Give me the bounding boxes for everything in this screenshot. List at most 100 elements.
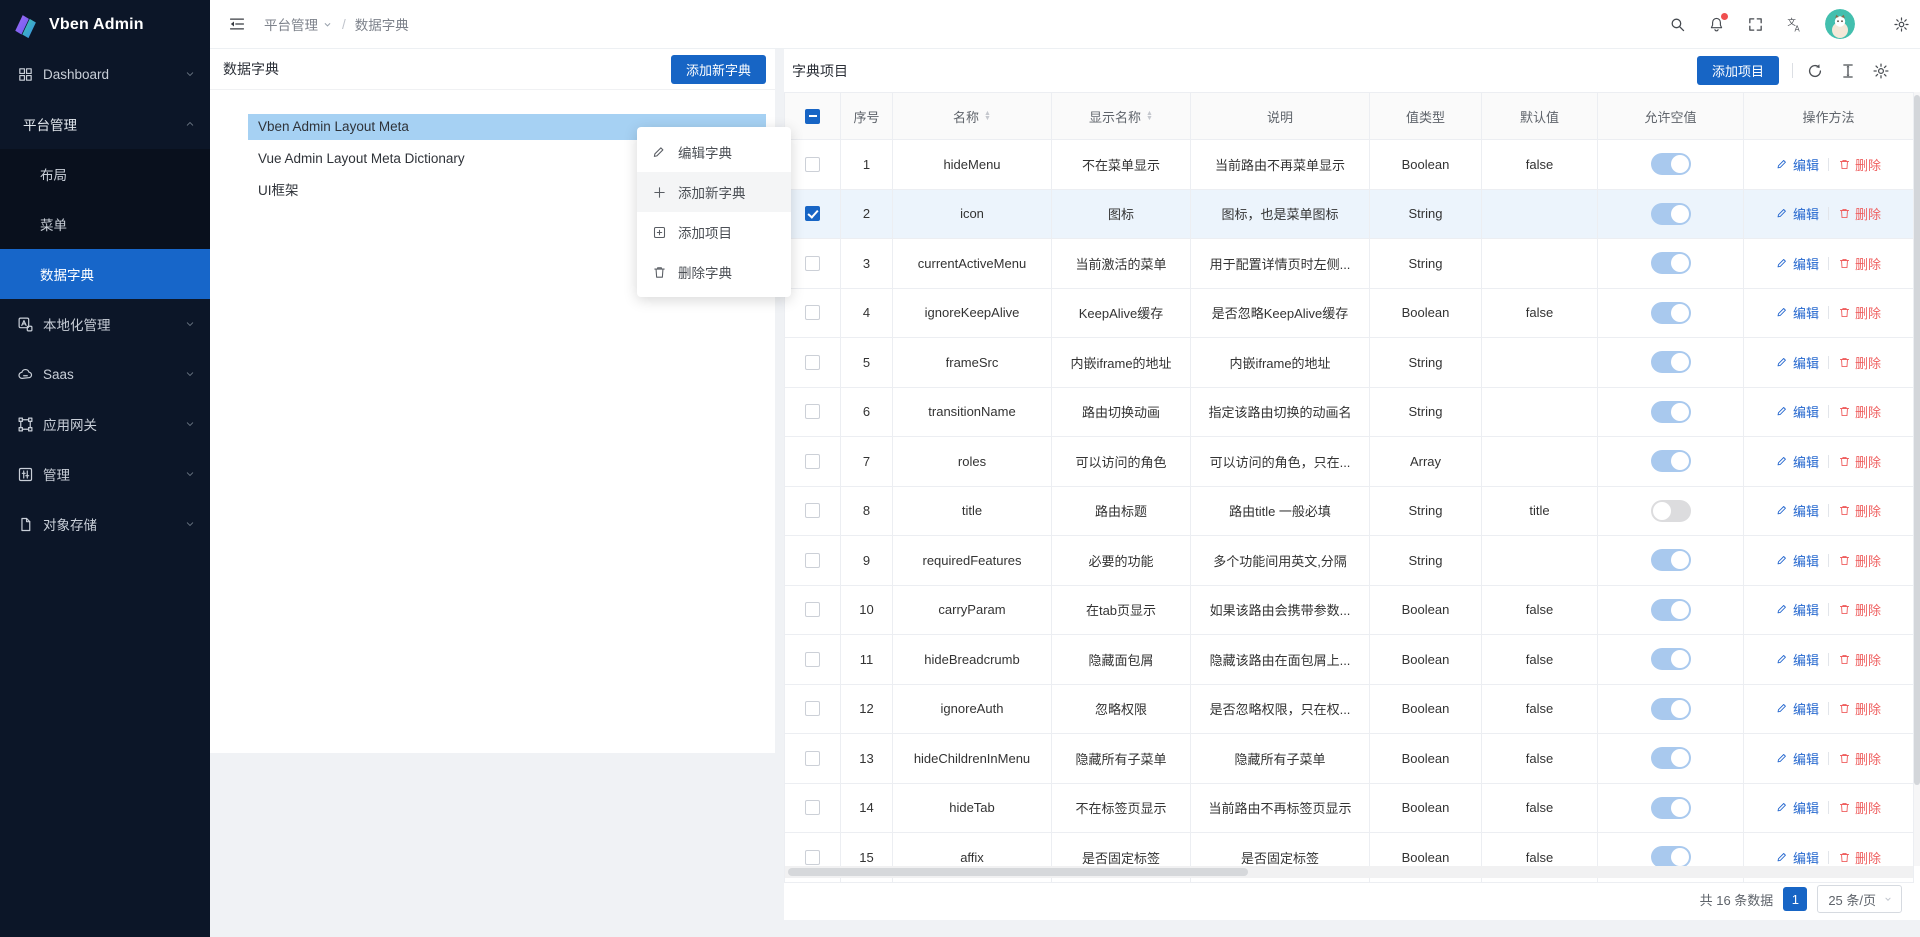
edit-row-button[interactable]: 编辑 [1776, 551, 1819, 570]
delete-row-button[interactable]: 删除 [1838, 600, 1881, 619]
dictionary-items-panel: 字典项目 添加项目 [784, 49, 1920, 920]
allow-empty-toggle[interactable] [1651, 203, 1691, 225]
allow-empty-toggle[interactable] [1651, 153, 1691, 175]
edit-row-button[interactable]: 编辑 [1776, 254, 1819, 273]
refresh-icon[interactable] [1806, 62, 1824, 80]
context-menu-item[interactable]: 添加项目 [637, 212, 791, 252]
page-size-select[interactable]: 25 条/页 [1817, 885, 1902, 913]
sidebar-item-manage[interactable]: 管理 [0, 449, 210, 499]
row-checkbox[interactable] [805, 454, 820, 469]
add-dictionary-button[interactable]: 添加新字典 [671, 55, 766, 84]
menu-fold-icon[interactable] [228, 15, 246, 33]
row-checkbox[interactable] [805, 800, 820, 815]
edit-row-button[interactable]: 编辑 [1776, 155, 1819, 174]
edit-row-button[interactable]: 编辑 [1776, 501, 1819, 520]
delete-row-button[interactable]: 删除 [1838, 452, 1881, 471]
delete-row-button[interactable]: 删除 [1838, 551, 1881, 570]
context-menu-item[interactable]: 删除字典 [637, 252, 791, 292]
delete-row-button[interactable]: 删除 [1838, 501, 1881, 520]
row-checkbox[interactable] [805, 850, 820, 865]
row-checkbox[interactable] [805, 553, 820, 568]
notification-bell-icon[interactable] [1708, 16, 1725, 33]
delete-row-button[interactable]: 删除 [1838, 204, 1881, 223]
column-settings-gear-icon[interactable] [1872, 62, 1890, 80]
row-checkbox[interactable] [805, 256, 820, 271]
sidebar-item-menu[interactable]: 菜单 [0, 199, 210, 249]
allow-empty-toggle[interactable] [1651, 797, 1691, 819]
page-number-button[interactable]: 1 [1783, 887, 1807, 911]
sort-icons[interactable]: ▲▼ [984, 111, 991, 121]
row-height-icon[interactable] [1839, 62, 1857, 80]
allow-empty-toggle[interactable] [1651, 747, 1691, 769]
delete-row-button[interactable]: 删除 [1838, 848, 1881, 867]
cell-value: 可以访问的角色，只在... [1210, 452, 1351, 471]
sidebar-item-locale[interactable]: 本地化管理 [0, 299, 210, 349]
edit-row-button[interactable]: 编辑 [1776, 353, 1819, 372]
edit-row-button[interactable]: 编辑 [1776, 848, 1819, 867]
sort-icons[interactable]: ▲▼ [1146, 111, 1153, 121]
edit-row-button[interactable]: 编辑 [1776, 204, 1819, 223]
edit-row-button[interactable]: 编辑 [1776, 749, 1819, 768]
allow-empty-toggle[interactable] [1651, 252, 1691, 274]
allow-empty-toggle[interactable] [1651, 500, 1691, 522]
delete-row-button[interactable]: 删除 [1838, 254, 1881, 273]
translate-icon[interactable]: 文 A [1786, 16, 1803, 33]
row-checkbox[interactable] [805, 157, 820, 172]
delete-row-button[interactable]: 删除 [1838, 749, 1881, 768]
row-checkbox[interactable] [805, 305, 820, 320]
row-checkbox[interactable] [805, 206, 820, 221]
allow-empty-toggle[interactable] [1651, 302, 1691, 324]
settings-gear-icon[interactable] [1893, 16, 1910, 33]
sidebar-item-dashboard[interactable]: Dashboard [0, 49, 210, 99]
select-all-checkbox[interactable] [805, 109, 820, 124]
fullscreen-icon[interactable] [1747, 16, 1764, 33]
sidebar-item-layout[interactable]: 布局 [0, 149, 210, 199]
table-cell: 编辑删除 [1744, 289, 1914, 338]
edit-row-button[interactable]: 编辑 [1776, 402, 1819, 421]
edit-row-button[interactable]: 编辑 [1776, 650, 1819, 669]
app-logo[interactable]: Vben Admin [0, 0, 210, 49]
allow-empty-toggle[interactable] [1651, 401, 1691, 423]
row-checkbox[interactable] [805, 701, 820, 716]
add-item-button[interactable]: 添加项目 [1697, 56, 1779, 85]
vertical-scrollbar-thumb[interactable] [1914, 95, 1920, 785]
sidebar-item-storage[interactable]: 对象存储 [0, 499, 210, 549]
delete-row-button[interactable]: 删除 [1838, 650, 1881, 669]
delete-row-button[interactable]: 删除 [1838, 353, 1881, 372]
row-checkbox[interactable] [805, 503, 820, 518]
row-checkbox[interactable] [805, 404, 820, 419]
row-checkbox[interactable] [805, 355, 820, 370]
context-menu-item[interactable]: 添加新字典 [637, 172, 791, 212]
delete-row-button[interactable]: 删除 [1838, 798, 1881, 817]
edit-row-button[interactable]: 编辑 [1776, 798, 1819, 817]
delete-row-button[interactable]: 删除 [1838, 303, 1881, 322]
delete-row-button[interactable]: 删除 [1838, 402, 1881, 421]
allow-empty-toggle[interactable] [1651, 648, 1691, 670]
table-row: 9requiredFeatures必要的功能多个功能间用英文,分隔String编… [784, 536, 1914, 586]
edit-row-button[interactable]: 编辑 [1776, 303, 1819, 322]
delete-row-button[interactable]: 删除 [1838, 699, 1881, 718]
horizontal-scrollbar-thumb[interactable] [788, 868, 1248, 876]
allow-empty-toggle[interactable] [1651, 599, 1691, 621]
sidebar-item-data-dict[interactable]: 数据字典 [0, 249, 210, 299]
edit-row-button[interactable]: 编辑 [1776, 600, 1819, 619]
row-checkbox[interactable] [805, 751, 820, 766]
sidebar-item-saas[interactable]: Saas [0, 349, 210, 399]
allow-empty-toggle[interactable] [1651, 846, 1691, 868]
allow-empty-toggle[interactable] [1651, 450, 1691, 472]
sidebar: Vben Admin Dashboard平台管理布局菜单数据字典本地化管理Saa… [0, 0, 210, 937]
edit-row-button[interactable]: 编辑 [1776, 452, 1819, 471]
allow-empty-toggle[interactable] [1651, 549, 1691, 571]
row-checkbox[interactable] [805, 602, 820, 617]
delete-row-button[interactable]: 删除 [1838, 155, 1881, 174]
edit-row-button[interactable]: 编辑 [1776, 699, 1819, 718]
search-icon[interactable] [1669, 16, 1686, 33]
context-menu-item[interactable]: 编辑字典 [637, 132, 791, 172]
sidebar-item-platform[interactable]: 平台管理 [0, 99, 210, 149]
allow-empty-toggle[interactable] [1651, 698, 1691, 720]
user-avatar[interactable] [1825, 9, 1855, 39]
breadcrumb-item-platform[interactable]: 平台管理 [264, 14, 333, 34]
sidebar-item-gateway[interactable]: 应用网关 [0, 399, 210, 449]
allow-empty-toggle[interactable] [1651, 351, 1691, 373]
row-checkbox[interactable] [805, 652, 820, 667]
